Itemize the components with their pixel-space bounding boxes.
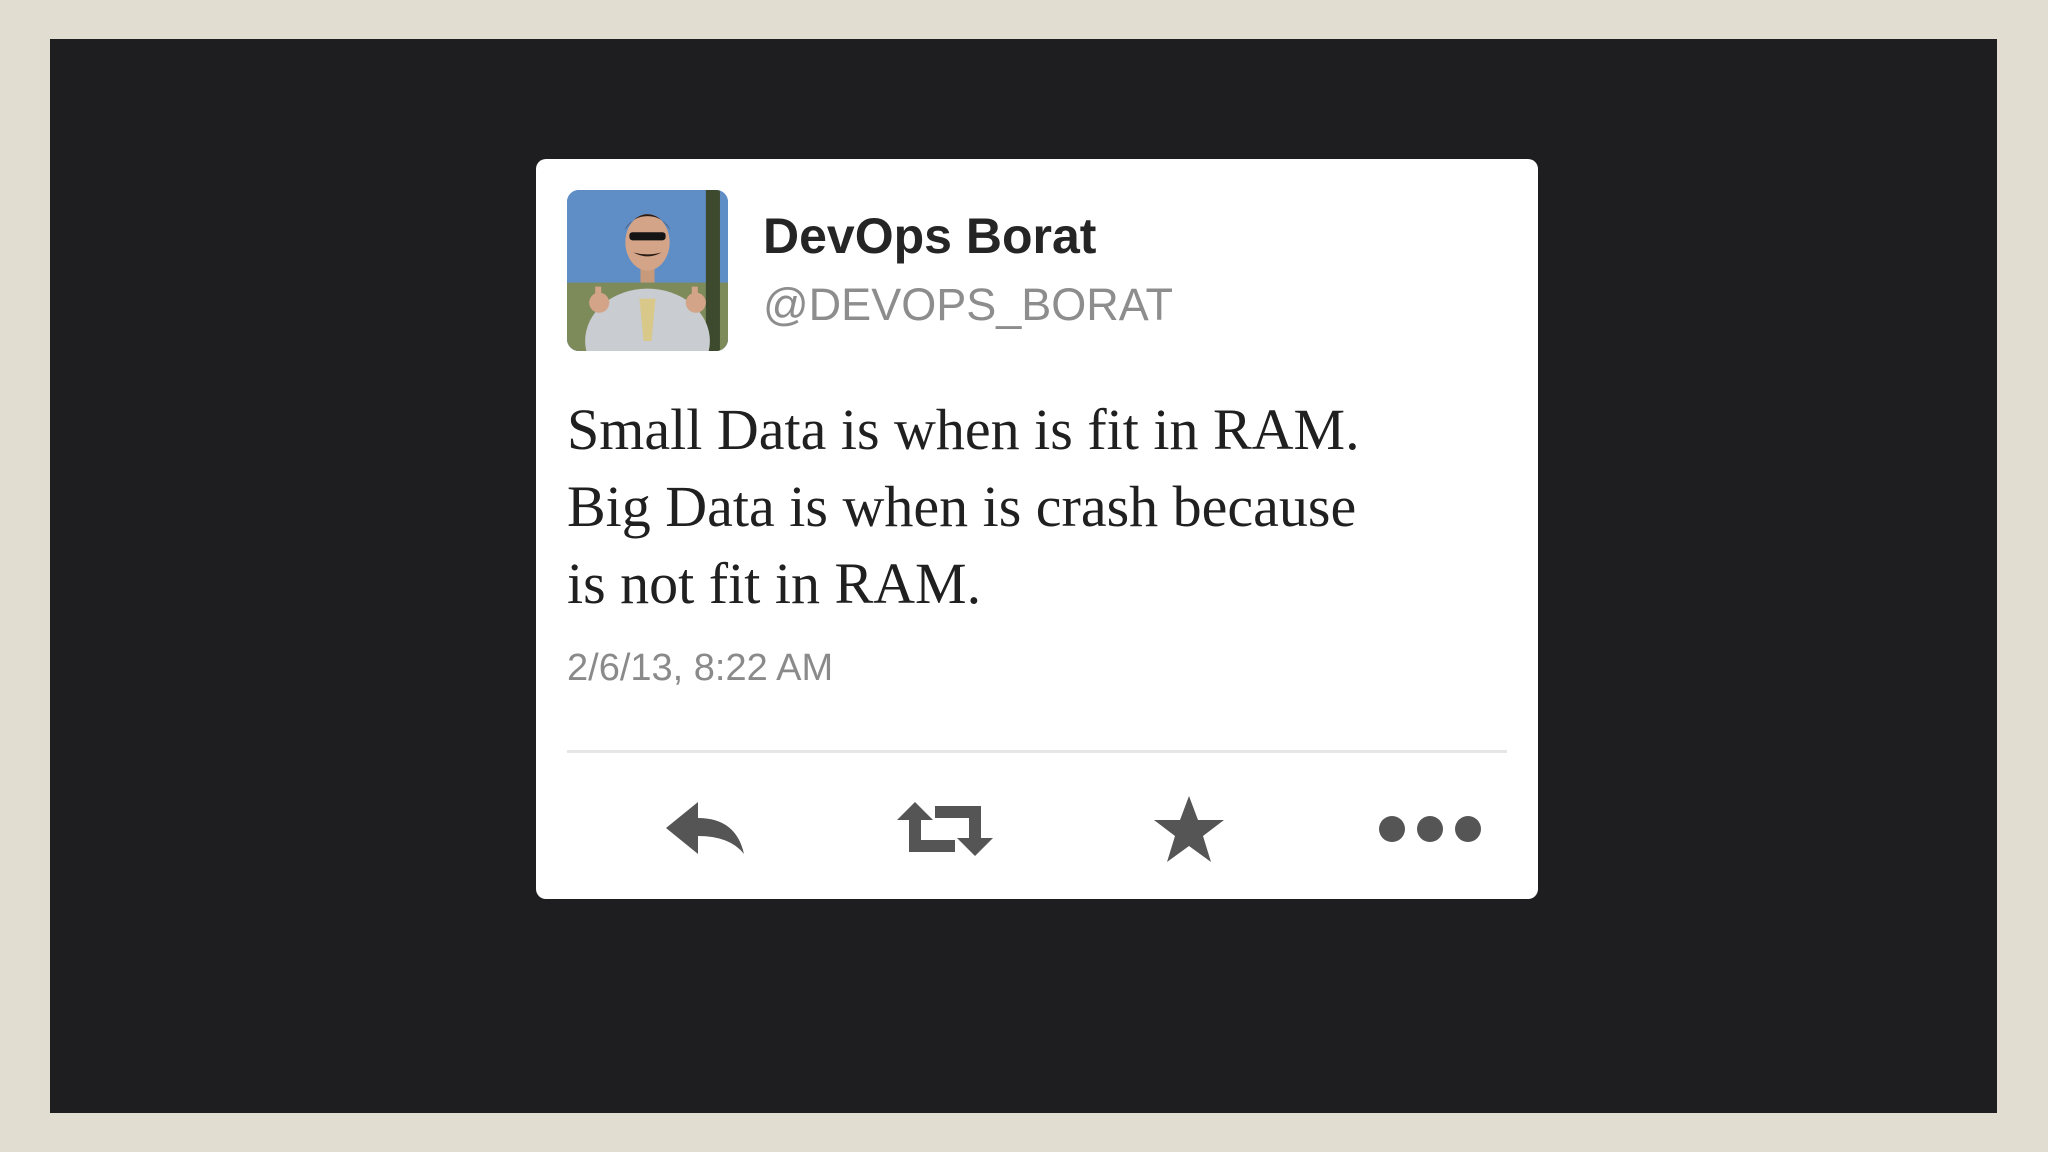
- tweet-text: Small Data is when is fit in RAM. Big Da…: [567, 391, 1517, 622]
- reply-icon: [666, 802, 744, 854]
- divider: [567, 750, 1507, 753]
- tweet-card: DevOps Borat @DEVOPS_BORAT Small Data is…: [536, 159, 1538, 899]
- avatar-photo: [567, 190, 728, 351]
- tweet-timestamp: 2/6/13, 8:22 AM: [567, 647, 834, 689]
- avatar[interactable]: [567, 190, 728, 351]
- more-button[interactable]: [1365, 779, 1495, 879]
- more-icon: [1379, 816, 1481, 842]
- display-name[interactable]: DevOps Borat: [763, 207, 1096, 265]
- tweet-actions: [536, 779, 1538, 879]
- reply-button[interactable]: [640, 779, 770, 879]
- tweet-text-line: Big Data is when is crash because: [567, 474, 1357, 539]
- star-icon: [1154, 796, 1224, 862]
- tweet-text-line: is not fit in RAM.: [567, 551, 982, 616]
- favorite-button[interactable]: [1124, 779, 1254, 879]
- retweet-icon: [897, 802, 993, 856]
- retweet-button[interactable]: [880, 779, 1010, 879]
- tweet-text-line: Small Data is when is fit in RAM.: [567, 397, 1360, 462]
- user-handle[interactable]: @DEVOPS_BORAT: [763, 279, 1173, 331]
- slide-background: DevOps Borat @DEVOPS_BORAT Small Data is…: [50, 39, 1997, 1113]
